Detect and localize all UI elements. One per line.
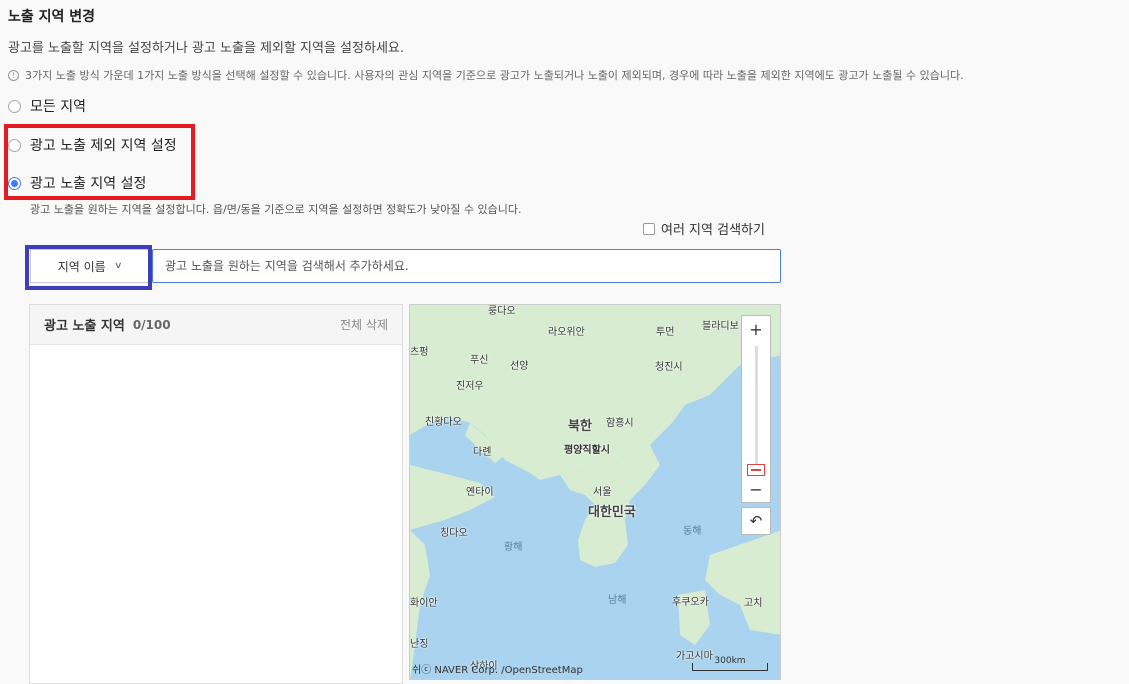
map-label: 청진시 bbox=[655, 362, 683, 373]
info-icon: ! bbox=[8, 69, 19, 81]
zoom-handle[interactable] bbox=[747, 464, 765, 476]
map-label: 가고시마 bbox=[676, 651, 713, 662]
map-scale: 300km bbox=[692, 657, 768, 671]
panel-header: 광고 노출 지역 0/100 전체 삭제 bbox=[30, 305, 402, 345]
map-label: 룽다오 bbox=[488, 306, 516, 317]
option-description: 광고 노출을 원하는 지역을 설정합니다. 읍/면/동을 기준으로 지역을 설정… bbox=[30, 203, 522, 216]
zoom-out-button[interactable]: − bbox=[742, 476, 770, 502]
zoom-control: + − bbox=[741, 315, 771, 503]
map-label: 화이안 bbox=[410, 598, 438, 609]
highlight-box-red bbox=[4, 124, 195, 200]
map-label: 대한민국 bbox=[588, 505, 636, 520]
map-label: 진저우 bbox=[456, 381, 484, 392]
map-label: 황해 bbox=[504, 542, 523, 553]
map-label: 라오위안 bbox=[548, 327, 585, 338]
multi-search-toggle[interactable]: 여러 지역 검색하기 bbox=[643, 219, 765, 238]
highlight-box-blue bbox=[25, 245, 152, 290]
radio-all-regions[interactable]: 모든 지역 bbox=[8, 96, 86, 116]
map-label: 남해 bbox=[608, 595, 627, 606]
map-label: 동해 bbox=[683, 526, 702, 537]
map-label: 선양 bbox=[510, 361, 529, 372]
map-label: 함흥시 bbox=[606, 418, 634, 429]
map-label: 푸신 bbox=[470, 355, 489, 366]
map-label: 다롄 bbox=[473, 447, 492, 458]
region-search-input[interactable] bbox=[152, 249, 781, 283]
map-label: 북한 bbox=[568, 419, 592, 434]
map-label: 서울 bbox=[593, 487, 612, 498]
panel-count: 0/100 bbox=[132, 317, 171, 332]
panel-title: 광고 노출 지역 bbox=[44, 319, 125, 334]
zoom-in-button[interactable]: + bbox=[742, 316, 770, 342]
notice: ! 3가지 노출 방식 가운데 1가지 노출 방식을 선택해 설정할 수 있습니… bbox=[8, 67, 964, 83]
multi-search-label: 여러 지역 검색하기 bbox=[661, 223, 765, 238]
map-label: 칭다오 bbox=[440, 528, 468, 539]
map-label: 블라디보 bbox=[702, 321, 739, 332]
map-label: 친황다오 bbox=[425, 417, 462, 428]
radio-button[interactable] bbox=[8, 99, 21, 113]
map-label: 옌타이 bbox=[466, 487, 494, 498]
radio-label: 모든 지역 bbox=[30, 99, 86, 115]
section-description: 광고를 노출할 지역을 설정하거나 광고 노출을 제외할 지역을 설정하세요. bbox=[8, 41, 404, 56]
multi-search-checkbox[interactable] bbox=[643, 222, 655, 235]
zoom-track[interactable] bbox=[755, 346, 758, 474]
section-title: 노출 지역 변경 bbox=[8, 9, 96, 25]
map-label: 츠펑 bbox=[410, 347, 429, 358]
scale-label: 300km bbox=[714, 656, 746, 666]
map-label: 후쿠오카 bbox=[672, 597, 709, 608]
map-label: 평양직할시 bbox=[564, 445, 610, 456]
clear-all-button[interactable]: 전체 삭제 bbox=[340, 316, 388, 333]
map-reset-button[interactable]: ↶ bbox=[741, 507, 771, 535]
undo-icon: ↶ bbox=[749, 512, 763, 530]
map-label: 고치 bbox=[744, 598, 763, 609]
notice-text: 3가지 노출 방식 가운데 1가지 노출 방식을 선택해 설정할 수 있습니다.… bbox=[25, 69, 964, 82]
selected-regions-panel: 광고 노출 지역 0/100 전체 삭제 bbox=[29, 304, 403, 684]
map-attribution: 쉬ⓒ NAVER Corp. /OpenStreetMap bbox=[412, 665, 583, 676]
region-map[interactable]: 룽다오 라오위안 투먼 블라디보 츠펑 푸신 선양 청진시 진저우 친황다오 북… bbox=[409, 304, 781, 680]
map-label: 난징 bbox=[410, 639, 429, 650]
map-label: 투먼 bbox=[656, 327, 675, 338]
